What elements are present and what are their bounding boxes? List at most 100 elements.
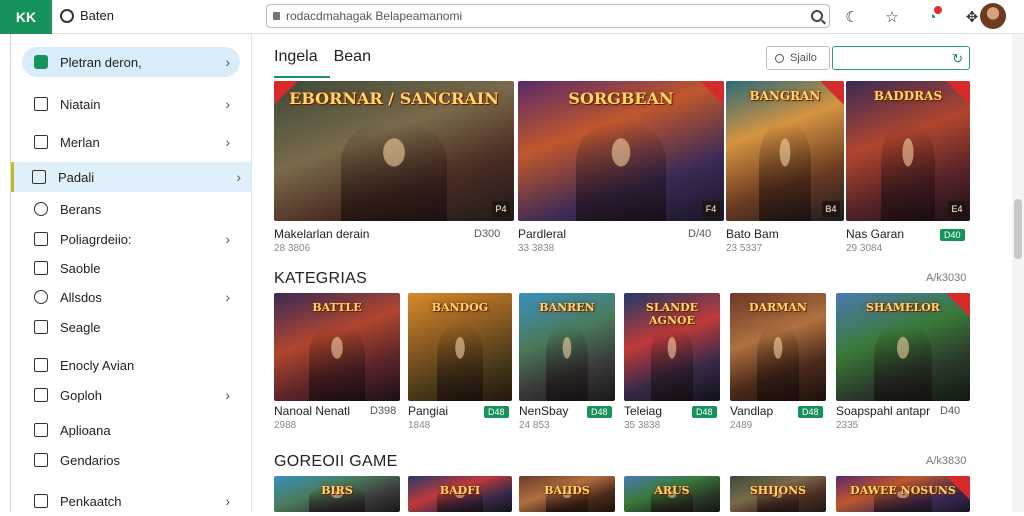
game-art-title: DARMAN xyxy=(749,301,807,314)
hero-figure xyxy=(650,325,694,401)
game-thumbnail[interactable]: BATTLE xyxy=(274,293,400,401)
game-name[interactable]: Pardleral xyxy=(518,227,566,241)
search-input[interactable]: ↻ xyxy=(832,46,970,70)
sidebar-divider xyxy=(10,34,11,512)
game-thumbnail[interactable]: ARUS xyxy=(624,476,720,512)
game-name[interactable]: Soapspahl antapr xyxy=(836,404,930,418)
app-logo[interactable]: KK xyxy=(0,0,52,34)
price-badge[interactable]: D48 xyxy=(484,406,509,418)
game-name[interactable]: Teleiag xyxy=(624,404,662,418)
game-art-title: BANREN xyxy=(539,301,595,314)
section-title-kategorias: KATEGRIAS xyxy=(274,270,368,287)
star-icon[interactable]: ☆ xyxy=(880,5,904,29)
lock-icon xyxy=(273,12,280,20)
section-count-kategorias[interactable]: A/k3030 xyxy=(926,272,966,284)
chevron-right-icon: › xyxy=(225,54,230,70)
sidebar-item[interactable]: Niatain › xyxy=(22,89,240,119)
game-name[interactable]: Makelarlan derain xyxy=(274,227,369,241)
address-bar[interactable]: rodacdmahagak Belapeamanomi xyxy=(266,4,830,28)
game-players: 33 3838 xyxy=(518,243,555,254)
sidebar-item[interactable]: Goploh › xyxy=(22,380,240,410)
sidebar-item-label: Enocly Avian xyxy=(60,357,135,373)
game-thumbnail[interactable]: EBORNAR / SANCRAIN P4 xyxy=(274,81,514,221)
game-name[interactable]: Nas Garan xyxy=(846,227,904,241)
search-icon[interactable] xyxy=(811,10,823,22)
refresh-icon[interactable]: ↻ xyxy=(952,51,963,67)
game-thumbnail[interactable]: BADDRAS E4 xyxy=(846,81,970,221)
game-thumbnail[interactable]: SLANDE AGNOE xyxy=(624,293,720,401)
sidebar-item-label: Merlan xyxy=(60,134,100,150)
game-thumbnail[interactable]: BANGRAN B4 xyxy=(726,81,844,221)
sidebar-item[interactable]: Gendarios xyxy=(22,445,240,475)
game-players: 24 853 xyxy=(519,420,550,431)
price-badge[interactable]: D40 xyxy=(940,229,965,241)
game-thumbnail[interactable]: SHAMELOR xyxy=(836,293,970,401)
notification-icon[interactable]: ◔ xyxy=(920,5,944,29)
menu-icon xyxy=(34,358,48,372)
sidebar-item[interactable]: Merlan › xyxy=(22,127,240,157)
price-badge[interactable]: D48 xyxy=(692,406,717,418)
game-art-title: BAIIDS xyxy=(544,484,590,497)
tab-ingela[interactable]: Ingela xyxy=(274,48,318,72)
sidebar-item[interactable]: Pletran deron, › xyxy=(22,47,240,77)
hot-ribbon xyxy=(274,81,298,105)
scrollbar[interactable] xyxy=(1012,34,1024,512)
chevron-right-icon: › xyxy=(225,231,230,247)
chevron-right-icon: › xyxy=(225,289,230,305)
game-thumbnail[interactable]: BADFI xyxy=(408,476,512,512)
game-name[interactable]: Bato Bam xyxy=(726,227,779,241)
game-thumbnail[interactable]: DAWEE NOSUNS xyxy=(836,476,970,512)
top-bar: KK Baten rodacdmahagak Belapeamanomi ☾ ☆… xyxy=(0,0,1024,34)
sidebar-item-label: Seagle xyxy=(60,319,101,335)
sidebar-item[interactable]: Aplioana xyxy=(22,415,240,445)
moon-icon[interactable]: ☾ xyxy=(840,5,864,29)
game-name[interactable]: Nanoal Nenatl xyxy=(274,404,350,418)
search-button[interactable]: Sjailo xyxy=(766,46,830,70)
game-name[interactable]: NenSbay xyxy=(519,404,568,418)
game-art-title: BADFI xyxy=(439,484,481,497)
main-content: Ingela Bean Sjailo ↻ EBORNAR / SANCRAIN P… xyxy=(252,34,1012,512)
sidebar-item[interactable]: Padali › xyxy=(11,162,251,192)
section-count-gorebol[interactable]: A/k3830 xyxy=(926,455,966,467)
hero-figure xyxy=(545,325,589,401)
brand[interactable]: Baten xyxy=(60,8,114,23)
url-text[interactable]: rodacdmahagak Belapeamanomi xyxy=(286,9,805,23)
sidebar-item[interactable]: Berans xyxy=(22,194,240,224)
sidebar-item[interactable]: Poliagrdeiio: › xyxy=(22,224,240,254)
game-players: 28 3806 xyxy=(274,243,311,254)
price-badge[interactable]: D48 xyxy=(798,406,823,418)
section-title-gorebol: GOREOII GAME xyxy=(274,453,398,470)
game-name[interactable]: Pangiai xyxy=(408,404,448,418)
active-tab-indicator xyxy=(274,76,330,78)
game-thumbnail[interactable]: DARMAN xyxy=(730,293,826,401)
game-thumbnail[interactable]: SHIJONS xyxy=(730,476,826,512)
menu-icon xyxy=(34,97,48,111)
sidebar-item-label: Allsdos xyxy=(60,289,102,305)
game-thumbnail[interactable]: BAIIDS xyxy=(519,476,615,512)
menu-icon xyxy=(34,232,48,246)
brand-icon xyxy=(60,8,74,23)
chevron-right-icon: › xyxy=(225,493,230,509)
sidebar-item-label: Penkaatch xyxy=(60,493,122,509)
price-badge[interactable]: D48 xyxy=(587,406,612,418)
game-thumbnail[interactable]: SORGBEAN F4 xyxy=(518,81,724,221)
sidebar-item[interactable]: Enocly Avian xyxy=(22,350,240,380)
game-name[interactable]: Vandlap xyxy=(730,404,773,418)
scrollbar-thumb[interactable] xyxy=(1014,199,1022,259)
platform-badge: P4 xyxy=(492,201,510,217)
game-thumbnail[interactable]: BANREN xyxy=(519,293,615,401)
tab-bean[interactable]: Bean xyxy=(334,48,371,72)
sidebar-item[interactable]: Allsdos › xyxy=(22,282,240,312)
avatar[interactable] xyxy=(980,3,1006,29)
game-thumbnail[interactable]: BANDOG xyxy=(408,293,512,401)
sidebar-item[interactable]: Saoble xyxy=(22,253,240,283)
sidebar-item[interactable]: Seagle xyxy=(22,312,240,342)
chevron-right-icon: › xyxy=(236,169,241,185)
hero-figure xyxy=(759,123,811,221)
game-players: 1848 xyxy=(408,420,431,431)
game-price: D40 xyxy=(940,405,961,417)
game-players: 23 5337 xyxy=(726,243,763,254)
game-thumbnail[interactable]: BIRS xyxy=(274,476,400,512)
sidebar-item-label: Goploh xyxy=(60,387,102,403)
platform-badge: F4 xyxy=(702,201,720,217)
